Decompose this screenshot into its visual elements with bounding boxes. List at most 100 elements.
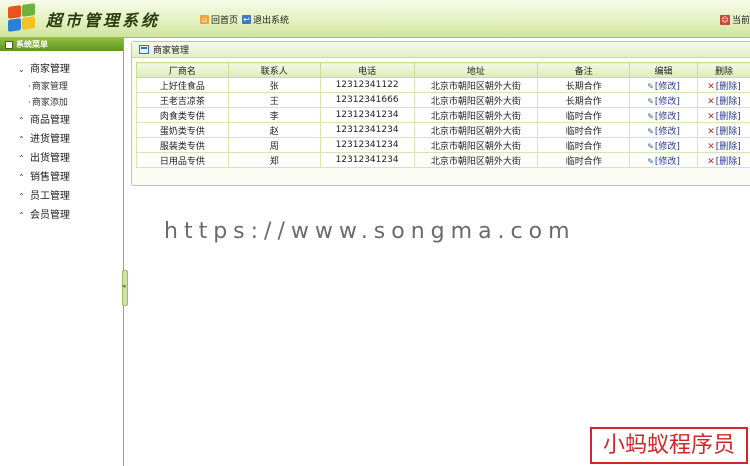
column-header: 厂商名 [136, 62, 229, 78]
table-row: 王老吉凉茶王 12312341666 北京市朝阳区朝外大街 长期合作 ✎[修改] ✕[删除… [136, 92, 750, 108]
watermark-url: https://www.songma.com [164, 219, 576, 244]
edit-link[interactable]: ✎[修改] [647, 82, 680, 92]
window-icon [139, 45, 149, 54]
chevron-up-icon: ⌃ [18, 154, 25, 163]
merchant-table: 厂商名 联系人 电话 地址 备注 编辑 删除 上好佳食品张 12312341122… [136, 62, 750, 168]
home-link-label: 回首页 [211, 16, 239, 26]
menu-group-sales[interactable]: ⌃ 销售管理 [0, 168, 123, 187]
edit-link[interactable]: ✎[修改] [647, 127, 680, 137]
edit-link[interactable]: ✎[修改] [647, 142, 680, 152]
table-row: 日用品专供郑 12312341234 北京市朝阳区朝外大街 临时合作 ✎[修改] ✕[删除… [136, 152, 750, 168]
edit-link[interactable]: ✎[修改] [647, 97, 680, 107]
delete-link[interactable]: ✕[删除] [707, 127, 741, 137]
cell-merchant-name: 服装类专供 [136, 137, 229, 153]
edit-label: [修改] [654, 156, 680, 167]
cell-phone: 12312341234 [319, 107, 415, 123]
chevron-up-icon: ⌃ [18, 116, 25, 125]
cell-delete: ✕[删除] [697, 107, 750, 123]
delete-x-icon: ✕ [707, 96, 715, 107]
delete-label: [删除] [715, 81, 741, 92]
cell-edit: ✎[修改] [629, 77, 698, 93]
chevron-up-icon: ⌃ [18, 135, 25, 144]
merchant-panel: 商家管理 厂商名 联系人 电话 地址 备注 编辑 删除 上好佳食品张 123123… [131, 41, 750, 186]
cell-phone: 12312341234 [319, 122, 415, 138]
cell-address: 北京市朝阳区朝外大街 [413, 122, 539, 138]
delete-x-icon: ✕ [707, 141, 715, 152]
cell-note: 临时合作 [537, 152, 631, 168]
cell-address: 北京市朝阳区朝外大街 [413, 152, 539, 168]
cell-edit: ✎[修改] [629, 152, 698, 168]
table-body: 上好佳食品张 12312341122 北京市朝阳区朝外大街 长期合作 ✎[修改] ✕[删除… [136, 77, 750, 168]
menu-group-label: 销售管理 [30, 172, 70, 183]
panel-header: 商家管理 [132, 42, 750, 58]
pencil-icon: ✎ [647, 126, 654, 136]
sidebar-collapse-handle[interactable] [122, 270, 128, 306]
delete-link[interactable]: ✕[删除] [707, 157, 741, 167]
menu-group-label: 会员管理 [30, 210, 70, 221]
menu-group-member[interactable]: ⌃ 会员管理 [0, 206, 123, 225]
app-header: 超市管理系统 ⌂ 回首页 ↩ 退出系统 ☺ 当前 [0, 0, 750, 38]
column-header: 备注 [537, 62, 631, 78]
edit-link[interactable]: ✎[修改] [647, 112, 680, 122]
cell-phone: 12312341666 [319, 92, 415, 108]
menu-group-purchase[interactable]: ⌃ 进货管理 [0, 130, 123, 149]
pencil-icon: ✎ [647, 111, 654, 121]
edit-label: [修改] [654, 96, 680, 107]
cell-merchant-name: 日用品专供 [136, 152, 229, 168]
cell-note: 临时合作 [537, 122, 631, 138]
column-header: 地址 [413, 62, 539, 78]
edit-label: [修改] [654, 126, 680, 137]
cell-address: 北京市朝阳区朝外大街 [413, 137, 539, 153]
top-nav: ⌂ 回首页 ↩ 退出系统 [200, 13, 289, 26]
menu-group-merchant[interactable]: ⌄ 商家管理 [0, 60, 123, 79]
menu-item-merchant-add[interactable]: 商家添加 [0, 95, 123, 111]
panel-title: 商家管理 [153, 46, 190, 56]
author-stamp: 小蚂蚁程序员 [590, 427, 748, 464]
delete-x-icon: ✕ [707, 126, 715, 137]
menu-group-label: 商品管理 [30, 115, 70, 126]
delete-link[interactable]: ✕[删除] [707, 112, 741, 122]
chevron-up-icon: ⌃ [18, 211, 25, 220]
delete-label: [删除] [715, 111, 741, 122]
exit-icon: ↩ [242, 15, 252, 24]
menu-group-goods[interactable]: ⌃ 商品管理 [0, 111, 123, 130]
delete-x-icon: ✕ [707, 156, 715, 167]
cell-phone: 12312341234 [319, 137, 415, 153]
column-header: 联系人 [227, 62, 321, 78]
home-link[interactable]: ⌂ 回首页 [200, 13, 238, 26]
cell-edit: ✎[修改] [629, 107, 698, 123]
sidebar-menu: ⌄商家管理 商家管理 商家添加 ⌃商品管理 ⌃进货管理 ⌃出货管理 ⌃销售管理 … [0, 51, 123, 225]
pencil-icon: ✎ [647, 96, 654, 106]
chevron-up-icon: ⌃ [18, 173, 25, 182]
app-title: 超市管理系统 [46, 11, 161, 30]
edit-label: [修改] [654, 81, 680, 92]
edit-link[interactable]: ✎[修改] [647, 157, 680, 167]
menu-icon [5, 40, 13, 49]
menu-group-label: 出货管理 [30, 153, 70, 164]
cell-contact: 郑 [227, 152, 321, 168]
cell-merchant-name: 蛋奶类专供 [136, 122, 229, 138]
delete-link[interactable]: ✕[删除] [707, 142, 741, 152]
delete-link[interactable]: ✕[删除] [707, 97, 741, 107]
cell-note: 临时合作 [537, 107, 631, 123]
menu-group-staff[interactable]: ⌃ 员工管理 [0, 187, 123, 206]
sidebar: 系统菜单 ⌄ 商家管理 商家管理 商家添加 ⌃ 商品管理 ⌃ 进货管理 ⌃ 出货管理 ⌃… [0, 38, 124, 466]
menu-group-shipment[interactable]: ⌃ 出货管理 [0, 149, 123, 168]
menu-group-label: 进货管理 [30, 134, 70, 145]
cell-note: 临时合作 [537, 137, 631, 153]
menu-item-merchant-manage[interactable]: 商家管理 [0, 79, 123, 95]
table-header-row: 厂商名 联系人 电话 地址 备注 编辑 删除 [136, 62, 750, 78]
pencil-icon: ✎ [647, 156, 654, 166]
cell-delete: ✕[删除] [697, 92, 750, 108]
cell-address: 北京市朝阳区朝外大街 [413, 107, 539, 123]
header-right[interactable]: ☺ 当前 [719, 13, 750, 26]
cell-address: 北京市朝阳区朝外大街 [413, 77, 539, 93]
cell-phone: 12312341122 [319, 77, 415, 93]
logout-link[interactable]: ↩ 退出系统 [242, 13, 289, 26]
delete-x-icon: ✕ [707, 81, 715, 92]
cell-edit: ✎[修改] [629, 137, 698, 153]
cell-contact: 赵 [227, 122, 321, 138]
cell-phone: 12312341234 [319, 152, 415, 168]
delete-link[interactable]: ✕[删除] [707, 82, 741, 92]
cell-note: 长期合作 [537, 92, 631, 108]
